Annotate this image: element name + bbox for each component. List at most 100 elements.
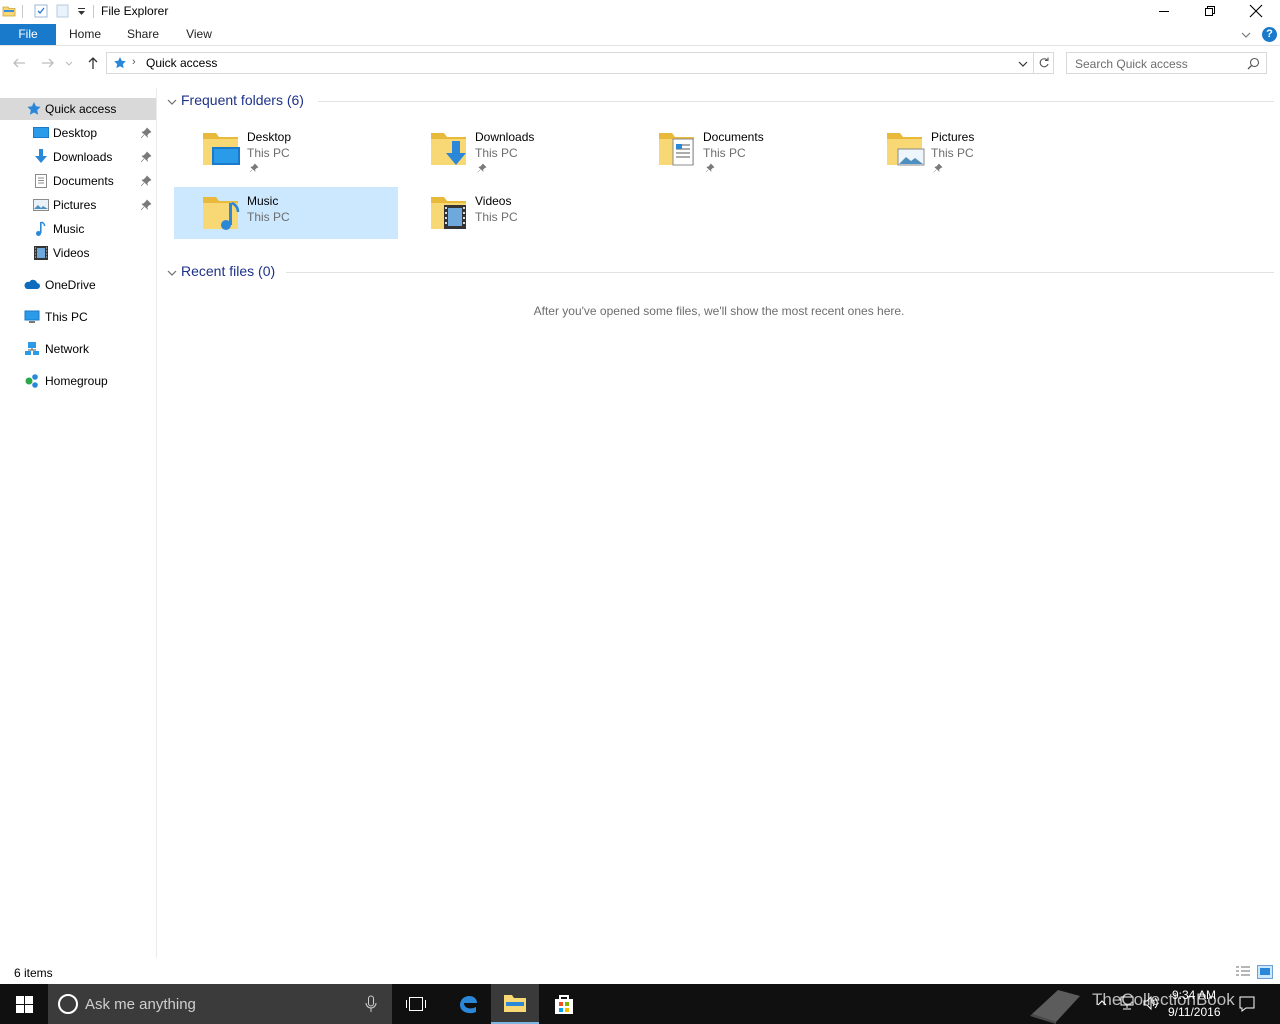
nav-item-label: Documents (53, 174, 114, 188)
search-icon[interactable] (1247, 57, 1260, 70)
nav-item-onedrive[interactable]: OneDrive (0, 274, 156, 296)
microphone-icon[interactable] (364, 995, 378, 1013)
edge-button[interactable] (443, 984, 491, 1024)
address-dropdown-chevron-icon[interactable] (1017, 58, 1029, 70)
file-explorer-taskbar-button[interactable] (491, 984, 539, 1024)
store-button[interactable] (540, 984, 588, 1024)
nav-item-downloads[interactable]: Downloads (0, 146, 156, 168)
nav-item-label: Desktop (53, 126, 98, 140)
group-divider (286, 272, 1274, 273)
item-count: 6 items (14, 966, 53, 980)
customize-qat-icon[interactable] (74, 3, 90, 19)
large-icons-view-icon[interactable] (1257, 965, 1273, 979)
address-bar[interactable]: › Quick access (106, 52, 1034, 74)
nav-item-desktop[interactable]: Desktop (0, 122, 156, 144)
folder-location: This PC (247, 146, 290, 160)
nav-item-label: Network (45, 342, 90, 356)
details-view-icon[interactable] (1235, 965, 1251, 979)
collapse-chevron-icon[interactable] (166, 96, 178, 108)
folder-tile-videos[interactable]: Videos This PC (402, 187, 626, 239)
nav-item-label: This PC (45, 310, 88, 324)
refresh-button[interactable] (1034, 52, 1054, 74)
nav-item-label: Videos (53, 246, 90, 260)
nav-item-label: Pictures (53, 198, 97, 212)
nav-item-network[interactable]: Network (0, 338, 156, 360)
download-arrow-icon (35, 149, 47, 163)
folder-name: Music (247, 194, 279, 208)
nav-item-videos[interactable]: Videos (0, 242, 156, 264)
file-explorer-icon (504, 995, 526, 1012)
documents-folder-icon (659, 133, 694, 166)
restore-button[interactable] (1187, 0, 1233, 22)
breadcrumb-separator[interactable]: › (132, 56, 136, 68)
clock-time[interactable]: 9:34 AM (1172, 988, 1216, 1002)
folder-tile-pictures[interactable]: Pictures This PC (858, 123, 1082, 175)
pictures-folder-icon (887, 133, 925, 166)
nav-item-label: OneDrive (45, 278, 96, 292)
pin-icon (477, 163, 487, 173)
pin-icon (705, 163, 715, 173)
new-folder-icon[interactable] (55, 3, 71, 19)
homegroup-icon (25, 374, 38, 388)
expand-ribbon-chevron-icon[interactable] (1240, 29, 1252, 41)
nav-item-music[interactable]: Music (0, 218, 156, 240)
start-button[interactable] (0, 984, 48, 1024)
network-icon (25, 342, 39, 355)
folder-tile-downloads[interactable]: Downloads This PC (402, 123, 626, 175)
collapse-chevron-icon[interactable] (166, 267, 178, 279)
nav-item-label: Downloads (53, 150, 113, 164)
folder-name: Downloads (475, 130, 535, 144)
folder-name: Documents (703, 130, 764, 144)
recent-files-empty-message: After you've opened some files, we'll sh… (533, 304, 905, 318)
task-view-button[interactable] (392, 984, 440, 1024)
tab-view[interactable]: View (176, 24, 222, 45)
folder-tile-desktop[interactable]: Desktop This PC (174, 123, 398, 175)
properties-icon[interactable] (33, 3, 49, 19)
edge-browser-icon (460, 996, 477, 1014)
pin-icon[interactable] (140, 175, 152, 187)
folder-location: This PC (703, 146, 746, 160)
back-arrow-icon[interactable] (10, 54, 28, 72)
pin-icon[interactable] (140, 151, 152, 163)
breadcrumb-quick-access[interactable]: Quick access (146, 56, 217, 70)
tab-share[interactable]: Share (118, 24, 168, 45)
close-button[interactable] (1233, 0, 1279, 22)
pin-icon[interactable] (140, 199, 152, 211)
pin-icon[interactable] (140, 127, 152, 139)
videos-folder-icon (431, 197, 466, 229)
document-icon (35, 174, 47, 188)
minimize-button[interactable] (1141, 0, 1187, 22)
nav-item-quick-access[interactable]: Quick access (0, 98, 156, 120)
window-title: File Explorer (101, 4, 169, 18)
cortana-search-box[interactable]: Ask me anything (48, 984, 392, 1024)
nav-item-homegroup[interactable]: Homegroup (0, 370, 156, 392)
nav-item-this-pc[interactable]: This PC (0, 306, 156, 328)
action-center-icon[interactable] (1238, 995, 1256, 1013)
clock-date[interactable]: 9/11/2016 (1168, 1005, 1221, 1019)
forward-arrow-icon[interactable] (39, 54, 57, 72)
pin-icon (249, 163, 259, 173)
nav-item-pictures[interactable]: Pictures (0, 194, 156, 216)
volume-icon[interactable] (1142, 995, 1160, 1011)
tab-home[interactable]: Home (60, 24, 110, 45)
folder-tile-documents[interactable]: Documents This PC (630, 123, 854, 175)
desktop-icon (33, 127, 49, 138)
downloads-folder-icon (431, 133, 466, 165)
show-hidden-icons-chevron-icon[interactable] (1096, 997, 1108, 1009)
up-arrow-icon[interactable] (84, 54, 102, 72)
network-tray-icon[interactable] (1118, 995, 1136, 1011)
music-note-icon (36, 221, 46, 236)
nav-item-documents[interactable]: Documents (0, 170, 156, 192)
minimize-icon (1159, 11, 1169, 12)
search-placeholder: Search Quick access (1075, 57, 1188, 71)
cloud-icon (24, 279, 40, 289)
folder-tile-music[interactable]: Music This PC (174, 187, 398, 239)
tab-file[interactable]: File (0, 24, 56, 45)
group-title: Recent files (0) (181, 263, 276, 279)
folder-name: Videos (475, 194, 512, 208)
search-box[interactable]: Search Quick access (1066, 52, 1267, 74)
help-icon[interactable]: ? (1262, 27, 1277, 42)
restore-icon (1205, 6, 1215, 16)
desktop-folder-icon (203, 133, 240, 165)
recent-locations-chevron-icon[interactable] (63, 54, 75, 72)
